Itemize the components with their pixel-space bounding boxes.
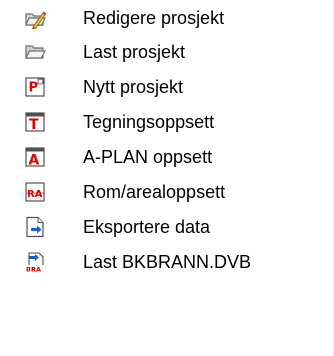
- menu-item-tegningsoppsett[interactable]: T Tegningsoppsett: [0, 104, 334, 140]
- menu-item-label: Redigere prosjekt: [83, 8, 225, 28]
- menu-item-label: Eksportere data: [83, 217, 211, 237]
- drawing-setup-t-icon: T: [24, 111, 46, 133]
- menu-item-rom-arealoppsett[interactable]: RA Rom/arealoppsett: [0, 174, 334, 210]
- folder-open-icon: [24, 41, 46, 63]
- menu-item-label: Last BKBRANN.DVB: [83, 252, 252, 272]
- menu-item-label: A-PLAN oppsett: [83, 147, 213, 167]
- svg-text:RA: RA: [27, 189, 43, 200]
- menu-item-label: Tegningsoppsett: [83, 112, 215, 132]
- menu-item-nytt-prosjekt[interactable]: P Nytt prosjekt: [0, 69, 334, 105]
- svg-text:T: T: [29, 117, 39, 133]
- menu-item-eksportere-data[interactable]: Eksportere data: [0, 209, 334, 245]
- menu-item-last-prosjekt[interactable]: Last prosjekt: [0, 34, 334, 70]
- menu-item-label: Nytt prosjekt: [83, 77, 184, 97]
- aplan-setup-a-icon: A: [24, 146, 46, 168]
- context-menu: Redigere prosjekt Last prosjekt P Nytt p…: [0, 0, 334, 356]
- room-area-ra-icon: RA: [24, 181, 46, 203]
- svg-text:A: A: [29, 153, 40, 169]
- new-project-p-icon: P: [24, 76, 46, 98]
- menu-item-last-bkbrann-dvb[interactable]: BRA Last BKBRANN.DVB: [0, 244, 334, 280]
- svg-text:P: P: [29, 81, 39, 96]
- svg-text:BRA: BRA: [26, 266, 41, 274]
- load-dvb-icon: BRA: [24, 251, 46, 273]
- export-data-icon: [24, 216, 46, 238]
- menu-item-label: Rom/arealoppsett: [83, 182, 226, 202]
- menu-item-redigere-prosjekt[interactable]: Redigere prosjekt: [0, 0, 334, 36]
- menu-item-aplan-oppsett[interactable]: A A-PLAN oppsett: [0, 139, 334, 175]
- menu-item-label: Last prosjekt: [83, 42, 186, 62]
- folder-edit-icon: [24, 7, 46, 29]
